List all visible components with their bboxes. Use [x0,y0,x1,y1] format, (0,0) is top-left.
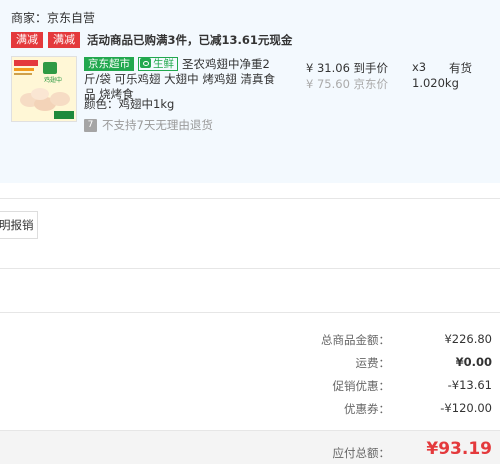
fresh-badge-label: 生鲜 [153,58,174,70]
fresh-leaf-icon [140,58,151,68]
divider [0,312,500,313]
return-policy: 7 不支持7天无理由退货 [84,117,213,133]
stock-status: 有货 [449,61,472,75]
total-label: 应付总额： [332,446,391,460]
product-thumbnail[interactable]: 鸡翅中 [11,56,77,122]
summary-label: 总商品金额： [321,333,390,347]
quantity: x3 [412,60,427,74]
promotion-row: 满减 满减 活动商品已购满3件，已减13.61元现金 [11,31,292,48]
product-color-attr: 颜色：鸡翅中1kg [84,97,175,111]
return-policy-text: 不支持7天无理由退货 [102,118,213,132]
promo-tag: 满减 [48,31,80,48]
summary-value: -¥13.61 [447,378,492,392]
summary-label: 优惠券： [344,402,390,416]
weight: 1.020kg [412,76,459,90]
summary-row-shipping: 运费： ¥0.00 [0,355,500,371]
summary-row-goods-total: 总商品金额： ¥226.80 [0,332,500,348]
summary-label: 促销优惠： [332,379,391,393]
promo-tag: 满减 [11,31,43,48]
invoice-report-button[interactable]: 明报销 [0,211,38,239]
jd-supermarket-badge: 京东超市 [84,57,134,71]
fresh-badge: 生鲜 [138,57,178,71]
thumb-text: 鸡翅中 [44,76,62,84]
promo-text: 活动商品已购满3件，已减13.61元现金 [87,32,293,47]
summary-value: -¥120.00 [440,401,492,415]
total-amount: ¥93.19 [426,439,492,459]
order-item-panel: 商家：京东自营 满减 满减 活动商品已购满3件，已减13.61元现金 鸡翅中 京… [0,0,500,183]
divider [0,268,500,269]
summary-label: 运费： [355,356,391,370]
merchant-label: 商家：京东自营 [11,11,96,25]
product-image-icon: 鸡翅中 [12,57,76,121]
payable-total-bar: 应付总额： ¥93.19 [0,430,500,464]
summary-row-promotion: 促销优惠： -¥13.61 [0,378,500,394]
summary-value: ¥226.80 [444,332,492,346]
final-price: ¥ 31.06 到手价 [306,61,389,75]
divider [0,198,500,199]
summary-row-coupon: 优惠券： -¥120.00 [0,401,500,417]
summary-value: ¥0.00 [455,355,492,369]
no-7-day-return-icon: 7 [84,118,97,132]
jd-price: ¥ 75.60 京东价 [306,77,389,91]
